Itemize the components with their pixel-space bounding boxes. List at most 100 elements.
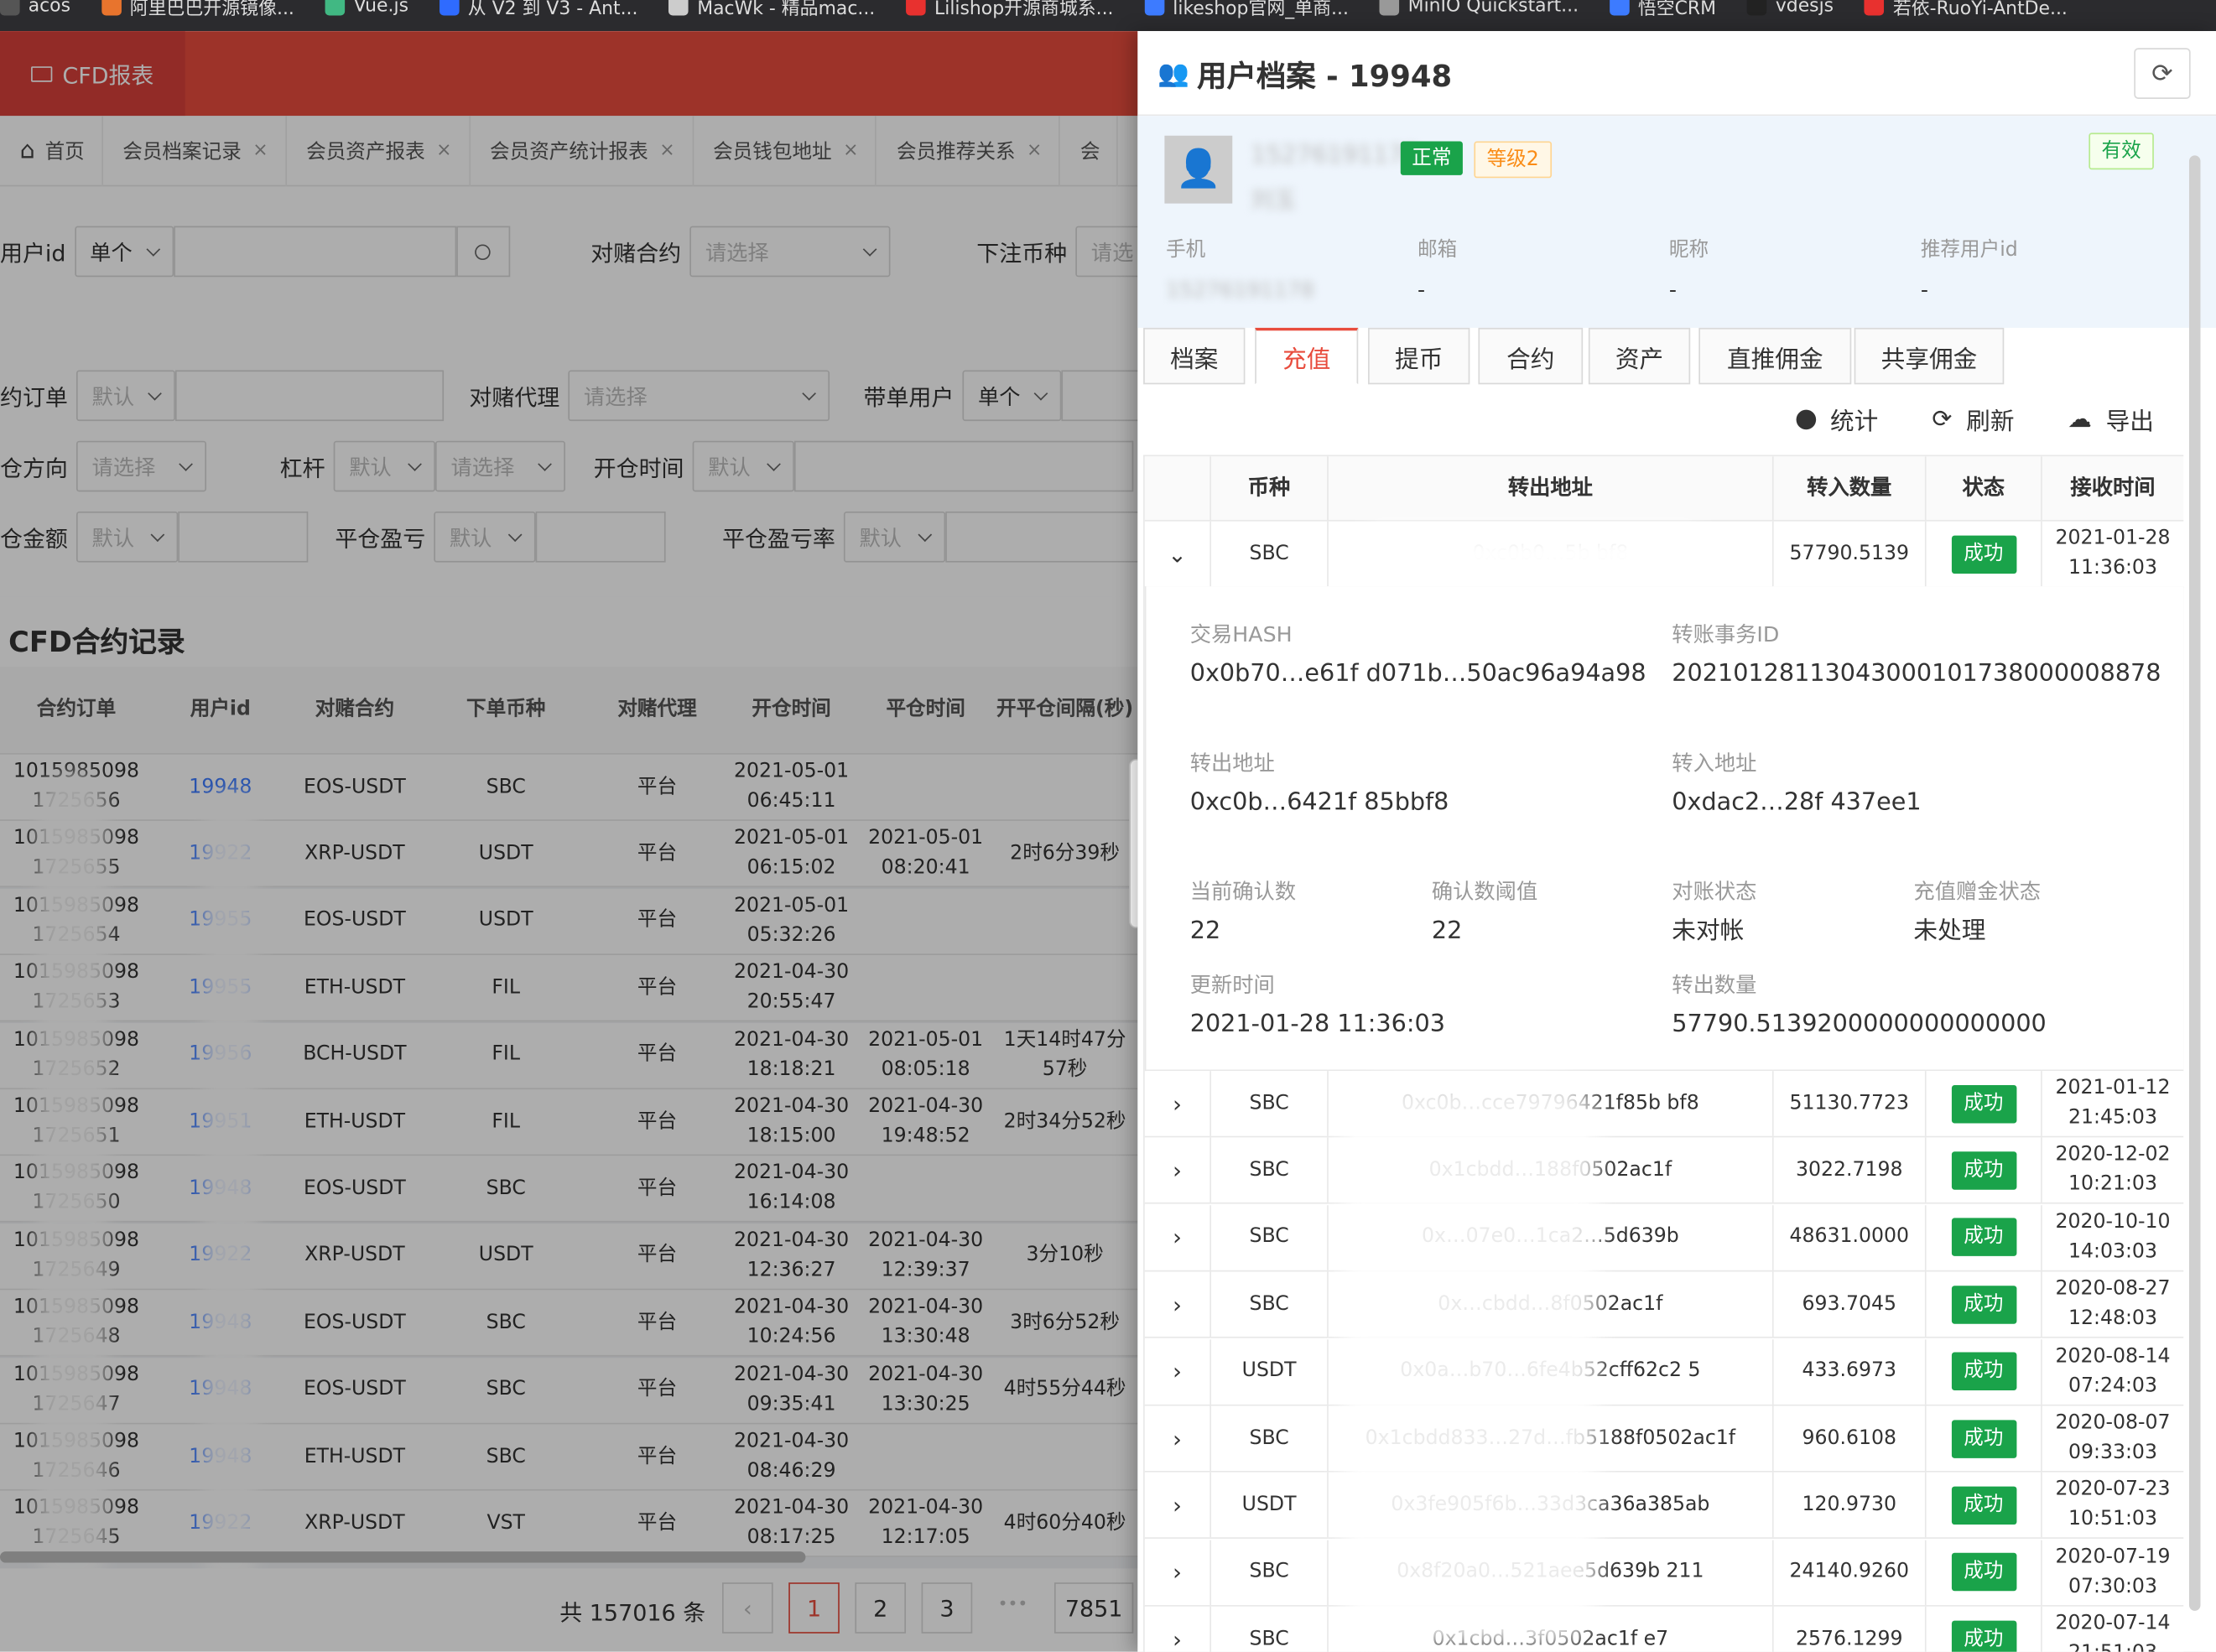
drawer-tab[interactable]: 档案	[1143, 327, 1246, 385]
chevron-right-icon[interactable]: ›	[1145, 1338, 1212, 1405]
recharge-row[interactable]: ›SBC0x…cbdd…8f0502ac1f693.7045成功2020-08-…	[1144, 1271, 2184, 1338]
recharge-cell-status: 成功	[1927, 1473, 2042, 1538]
bookmark-label: vdesjs	[1775, 0, 1834, 17]
chevron-right-icon[interactable]: ›	[1145, 1405, 1212, 1472]
detail-to: 0xdac2…28f 437ee1	[1672, 788, 1922, 817]
recharge-cell-amount: 3022.7198	[1774, 1138, 1927, 1203]
bookmark-label: 悟空CRM	[1637, 0, 1717, 19]
export-button[interactable]: ☁ 导出	[2068, 402, 2154, 437]
bookmark-item[interactable]: MacWk - 精品mac...	[668, 0, 876, 21]
chevron-right-icon[interactable]: ›	[1145, 1271, 1212, 1338]
chevron-right-icon[interactable]: ›	[1145, 1473, 1212, 1538]
chevron-right-icon[interactable]: ›	[1145, 1204, 1212, 1270]
status-badge: 成功	[1951, 1486, 2016, 1525]
chevron-right-icon[interactable]: ›	[1145, 1071, 1212, 1136]
drawer-scrollbar[interactable]	[2188, 155, 2201, 1611]
bookmark-item[interactable]: Vue.js	[325, 0, 408, 21]
detail-bonus-label: 充值赠金状态	[1913, 879, 2042, 905]
bookmark-item[interactable]: 从 V2 到 V3 - Ant...	[440, 0, 637, 21]
recharge-cell-time: 2021-01-12 21:45:03	[2042, 1071, 2184, 1136]
recharge-value-coin: SBC	[1249, 1158, 1289, 1182]
bookmark-item[interactable]: MinIO Quickstart...	[1379, 0, 1579, 21]
column-header[interactable]: 币种	[1211, 456, 1329, 521]
recharge-row[interactable]: ›SBC0x1cbdd833…27d…fb5188f0502ac1f960.61…	[1144, 1405, 2184, 1473]
recharge-row[interactable]: ›SBC0xc0b…cce79796421f85b bf851130.7723成…	[1144, 1071, 2184, 1138]
bookmark-icon	[325, 0, 346, 16]
drawer-tab[interactable]: 提币	[1368, 327, 1470, 385]
bookmark-item[interactable]: vdesjs	[1747, 0, 1834, 21]
drawer-tab[interactable]: 直推佣金	[1698, 327, 1852, 385]
bookmark-label: 若依-RuoYi-AntDe...	[1892, 0, 2068, 19]
bookmark-item[interactable]: Lilishop开源商城系...	[906, 0, 1114, 21]
chevron-right-icon[interactable]: ›	[1145, 1138, 1212, 1203]
recharge-value-coin: SBC	[1249, 1091, 1289, 1114]
recharge-value-amount: 57790.5139	[1789, 542, 1910, 565]
recharge-cell-time: 2020-07-23 10:51:03	[2042, 1473, 2184, 1538]
bookmark-item[interactable]: 若依-RuoYi-AntDe...	[1865, 0, 2068, 21]
recharge-row[interactable]: ›USDT0x0a…b70…6fe4b52cff62c2 5433.6973成功…	[1144, 1338, 2184, 1405]
recharge-row[interactable]: ›SBC0x…07e0…1ca2…5d639b48631.0000成功2020-…	[1144, 1204, 2184, 1272]
recharge-value-coin: SBC	[1249, 1627, 1289, 1650]
reload-icon: ⟳	[2151, 58, 2173, 89]
recharge-value-amount: 51130.7723	[1789, 1091, 1910, 1114]
drawer-resize-handle[interactable]	[1129, 758, 1138, 929]
bookmark-item[interactable]: likeshop官网_单商...	[1144, 0, 1349, 21]
reload-button[interactable]: ⟳	[2134, 48, 2191, 99]
drawer-tab[interactable]: 合约	[1478, 327, 1584, 385]
bookmark-item[interactable]: 阿里巴巴开源镜像...	[101, 0, 294, 21]
recharge-cell-coin: SBC	[1211, 1204, 1329, 1270]
field-label-nickname: 昵称	[1668, 238, 1709, 262]
recharge-cell-amount: 51130.7723	[1774, 1071, 1927, 1136]
expand-column-header	[1145, 456, 1212, 521]
recharge-cell-amount: 48631.0000	[1774, 1204, 1927, 1270]
recharge-cell-status: 成功	[1927, 521, 2042, 587]
detail-threshold-label: 确认数阈值	[1431, 879, 1538, 905]
recharge-cell-coin: USDT	[1211, 1473, 1329, 1538]
bookmark-item[interactable]: 悟空CRM	[1610, 0, 1716, 21]
recharge-row[interactable]: ›SBC0x1cbd…3f0502ac1f e72576.1299成功2020-…	[1144, 1607, 2184, 1652]
detail-from: 0xc0b…6421f 85bbf8	[1189, 788, 1449, 817]
field-value-email: -	[1418, 277, 1426, 303]
status-badge: 成功	[1951, 1553, 2016, 1592]
bookmark-icon	[1865, 0, 1885, 16]
status-badge: 成功	[1951, 1151, 2016, 1190]
recharge-cell-amount: 693.7045	[1774, 1271, 1927, 1338]
chevron-right-icon[interactable]: ›	[1145, 1607, 1212, 1652]
status-badge: 成功	[1951, 1218, 2016, 1257]
column-header[interactable]: 状态	[1927, 456, 2042, 521]
bookmark-item[interactable]: acos	[0, 0, 70, 21]
detail-recon-label: 对账状态	[1672, 879, 1757, 905]
recharge-cell-time: 2020-07-19 07:30:03	[2042, 1540, 2184, 1605]
recharge-cell-status: 成功	[1927, 1405, 2042, 1472]
recharge-row[interactable]: ›SBC0x8f20a0…521aee5d639b 21124140.9260成…	[1144, 1540, 2184, 1607]
chevron-down-icon[interactable]: ⌄	[1145, 521, 1212, 587]
recharge-value-time: 2020-07-23 10:51:03	[2055, 1478, 2171, 1531]
privacy-mask	[1342, 1078, 1597, 1644]
drawer-tab[interactable]: 共享佣金	[1854, 327, 2005, 385]
recharge-row[interactable]: ›SBC0x1cbdd…188f0502ac1f3022.7198成功2020-…	[1144, 1138, 2184, 1205]
column-header[interactable]: 接收时间	[2042, 456, 2184, 521]
recharge-row[interactable]: ›USDT0x3fe905f6b…33d3ca36a385ab120.9730成…	[1144, 1473, 2184, 1540]
refresh-button[interactable]: ⟳ 刷新	[1932, 402, 2014, 437]
column-header[interactable]: 转入数量	[1774, 456, 1927, 521]
stats-button[interactable]: 统计	[1796, 402, 1878, 437]
bookmark-label: MacWk - 精品mac...	[697, 0, 876, 19]
status-badge: 成功	[1951, 1285, 2016, 1324]
recharge-value-amount: 960.6108	[1802, 1426, 1897, 1449]
chevron-right-icon[interactable]: ›	[1145, 1540, 1212, 1605]
recharge-cell-coin: SBC	[1211, 521, 1329, 587]
recharge-value-coin: USDT	[1241, 1493, 1297, 1516]
recharge-cell-status: 成功	[1927, 1338, 2042, 1405]
bookmark-icon	[1610, 0, 1630, 16]
drawer-tab[interactable]: 资产	[1588, 327, 1691, 385]
recharge-table: 币种转出地址转入数量状态接收时间⌄SBC0xc0b0…5b bf857790.5…	[1143, 455, 2184, 1652]
bookmark-label: 阿里巴巴开源镜像...	[129, 0, 294, 19]
recharge-cell-coin: SBC	[1211, 1271, 1329, 1338]
recharge-cell-time: 2020-12-02 10:21:03	[2042, 1138, 2184, 1203]
drawer-tab[interactable]: 充值	[1255, 327, 1359, 385]
detail-hash: 0x0b70…e61f d071b…50ac96a94a98	[1189, 659, 1646, 688]
profile-phone: 15276191178	[1251, 141, 1419, 170]
recharge-value-time: 2020-08-07 09:33:03	[2055, 1411, 2171, 1464]
modal-overlay[interactable]	[0, 31, 1138, 1652]
column-header[interactable]: 转出地址	[1329, 456, 1774, 521]
